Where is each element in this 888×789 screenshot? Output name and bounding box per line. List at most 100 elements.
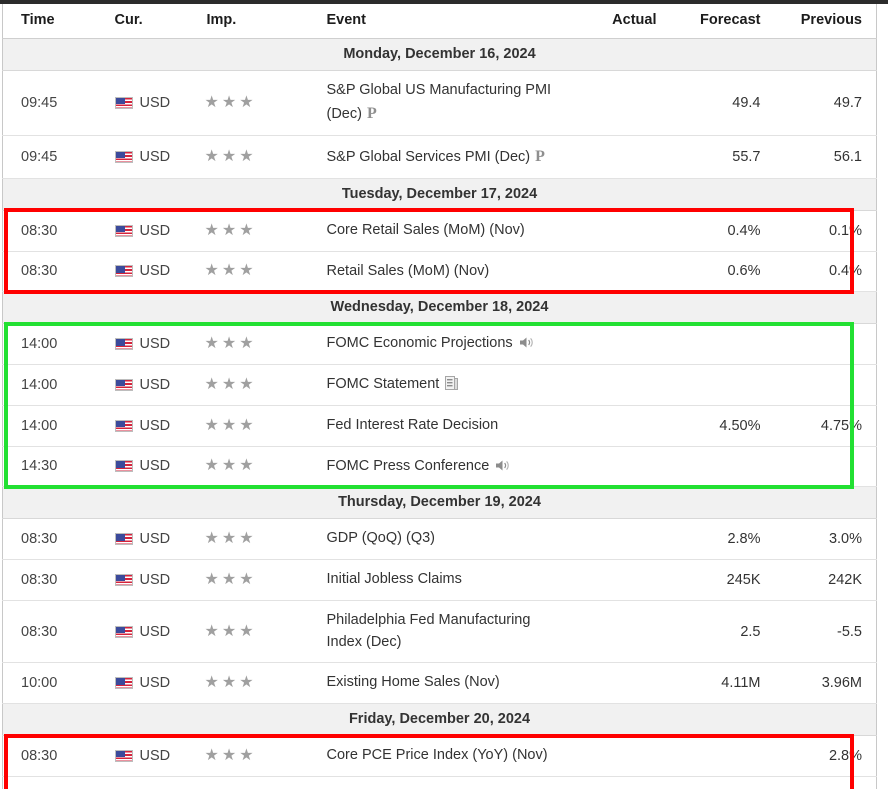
table-row[interactable]: 08:30 USD ★★★ Philadelphia Fed Manufacturin… (2, 600, 877, 664)
cell-event[interactable]: Philadelphia Fed Manufacturing Index (De… (314, 600, 571, 664)
cell-importance[interactable]: ★★★ (196, 405, 315, 447)
table-row[interactable]: 14:00 USD ★★★ Fed Interest Rate Decision 4.5… (2, 405, 877, 447)
cell-importance[interactable]: ★★★ (196, 446, 315, 488)
column-header-importance[interactable]: Imp. (196, 4, 315, 39)
day-header-row: Wednesday, December 18, 2024 (2, 291, 877, 325)
cell-importance[interactable]: ★★★ (196, 662, 315, 704)
cell-importance[interactable]: ★★★ (196, 600, 315, 664)
column-header-event[interactable]: Event (314, 4, 571, 39)
cell-importance[interactable]: ★★★ (196, 135, 315, 179)
cell-importance[interactable]: ★★★ (196, 776, 315, 789)
currency-label: USD (139, 417, 171, 434)
cell-previous: 242K (774, 559, 877, 601)
column-header-currency[interactable]: Cur. (106, 4, 197, 39)
event-name[interactable]: Core Retail Sales (MoM) (Nov) (327, 222, 525, 238)
speaker-icon[interactable] (519, 336, 534, 349)
importance-stars: ★★★ (205, 94, 257, 111)
cell-actual (570, 776, 671, 789)
cell-forecast (670, 735, 775, 777)
cell-forecast: 4.11M (670, 662, 775, 704)
cell-event[interactable]: Existing Home Sales (Nov) (314, 662, 571, 704)
table-row[interactable]: 14:30 USD ★★★ FOMC Press Conference (2, 446, 877, 488)
cell-forecast: 245K (670, 559, 775, 601)
cell-previous (774, 364, 877, 406)
table-row[interactable]: 08:30 USD ★★★ GDP (QoQ) (Q3) 2.8% 3.0% (2, 518, 877, 560)
event-name[interactable]: Philadelphia Fed Manufacturing Index (De… (327, 612, 531, 650)
cell-importance[interactable]: ★★★ (196, 518, 315, 560)
cell-forecast: 4.50% (670, 405, 775, 447)
importance-stars: ★★★ (205, 148, 257, 165)
currency-label: USD (139, 623, 171, 640)
cell-event[interactable]: Initial Jobless Claims (314, 559, 571, 601)
event-name[interactable]: FOMC Statement (327, 376, 440, 392)
cell-importance[interactable]: ★★★ (196, 70, 315, 136)
event-name[interactable]: Core PCE Price Index (YoY) (Nov) (327, 747, 548, 763)
cell-event[interactable]: FOMC Statement (314, 364, 571, 406)
cell-forecast: 0.4% (670, 210, 775, 252)
table-row[interactable]: 09:45 USD ★★★ S&P Global US Manufacturing P… (2, 70, 877, 136)
event-name[interactable]: S&P Global Services PMI (Dec) (327, 149, 531, 165)
cell-event[interactable]: FOMC Economic Projections (314, 323, 571, 365)
cell-event[interactable]: Fed Interest Rate Decision (314, 405, 571, 447)
table-row[interactable]: 08:30 USD ★★★ Core PCE Price Index (YoY) (N… (2, 735, 877, 777)
economic-calendar-table-wrap: Time Cur. Imp. Event Actual Forecast Pre… (2, 4, 878, 789)
cell-event[interactable]: Core Retail Sales (MoM) (Nov) (314, 210, 571, 252)
cell-actual (570, 662, 671, 704)
table-row[interactable]: 09:45 USD ★★★ S&P Global Services PMI (Dec)… (2, 135, 877, 179)
column-header-forecast[interactable]: Forecast (670, 4, 775, 39)
column-header-actual[interactable]: Actual (570, 4, 671, 39)
cell-event[interactable]: S&P Global Services PMI (Dec) P (314, 135, 571, 179)
cell-event[interactable]: Core PCE Price Index (YoY) (Nov) (314, 735, 571, 777)
table-row[interactable]: 08:30 USD ★★★ Core Retail Sales (MoM) (Nov)… (2, 210, 877, 252)
cell-actual (570, 70, 671, 136)
column-header-previous[interactable]: Previous (774, 4, 877, 39)
cell-event[interactable]: FOMC Press Conference (314, 446, 571, 488)
star-icon: ★ (204, 674, 222, 692)
cell-currency: USD (106, 776, 197, 789)
event-name[interactable]: FOMC Economic Projections (327, 335, 513, 351)
cell-importance[interactable]: ★★★ (196, 735, 315, 777)
star-icon: ★ (239, 262, 257, 280)
table-row[interactable]: 08:30 USD ★★★ Retail Sales (MoM) (Nov) 0.6% 0… (2, 251, 877, 293)
cell-currency: USD (106, 446, 197, 488)
event-name[interactable]: Existing Home Sales (Nov) (327, 674, 500, 690)
star-icon: ★ (204, 570, 222, 588)
event-name[interactable]: Fed Interest Rate Decision (327, 417, 499, 433)
cell-actual (570, 559, 671, 601)
star-icon: ★ (221, 375, 240, 393)
cell-forecast: 0.6% (670, 251, 775, 293)
cell-importance[interactable]: ★★★ (196, 210, 315, 252)
table-row[interactable]: 14:00 USD ★★★ FOMC Economic Projections (2, 323, 877, 365)
cell-actual (570, 135, 671, 179)
event-name[interactable]: S&P Global US Manufacturing PMI (Dec) (327, 82, 552, 122)
us-flag-icon (114, 749, 133, 762)
currency-label: USD (139, 675, 171, 692)
cell-time: 08:30 (2, 210, 107, 252)
table-row[interactable]: 10:00 USD ★★★ Existing Home Sales (Nov) 4.11… (2, 662, 877, 704)
us-flag-icon (114, 460, 133, 473)
cell-importance[interactable]: ★★★ (196, 364, 315, 406)
event-name[interactable]: FOMC Press Conference (327, 458, 490, 474)
cell-importance[interactable]: ★★★ (196, 323, 315, 365)
event-name[interactable]: Initial Jobless Claims (327, 571, 462, 587)
cell-forecast: 55.7 (670, 135, 775, 179)
table-row[interactable]: 14:00 USD ★★★ FOMC Statement (2, 364, 877, 406)
event-name[interactable]: GDP (QoQ) (Q3) (327, 530, 436, 546)
cell-time: 08:30 (2, 776, 107, 789)
cell-event[interactable]: Retail Sales (MoM) (Nov) (314, 251, 571, 293)
cell-currency: USD (106, 735, 197, 777)
cell-event[interactable]: Core PCE Price Index (MoM) (Nov) (314, 776, 571, 789)
star-icon: ★ (204, 375, 222, 393)
column-header-time[interactable]: Time (2, 4, 107, 39)
us-flag-icon (114, 96, 133, 109)
speaker-icon[interactable] (495, 459, 510, 472)
cell-importance[interactable]: ★★★ (196, 251, 315, 293)
cell-event[interactable]: GDP (QoQ) (Q3) (314, 518, 571, 560)
document-icon[interactable] (445, 376, 459, 390)
cell-event[interactable]: S&P Global US Manufacturing PMI (Dec) P (314, 70, 571, 136)
cell-importance[interactable]: ★★★ (196, 559, 315, 601)
table-row[interactable]: 08:30 USD ★★★ Initial Jobless Claims 245K 242… (2, 559, 877, 601)
currency-label: USD (139, 263, 171, 280)
table-row[interactable]: 08:30USD★★★Core PCE Price Index (MoM) (N… (2, 776, 877, 789)
event-name[interactable]: Retail Sales (MoM) (Nov) (327, 263, 490, 279)
